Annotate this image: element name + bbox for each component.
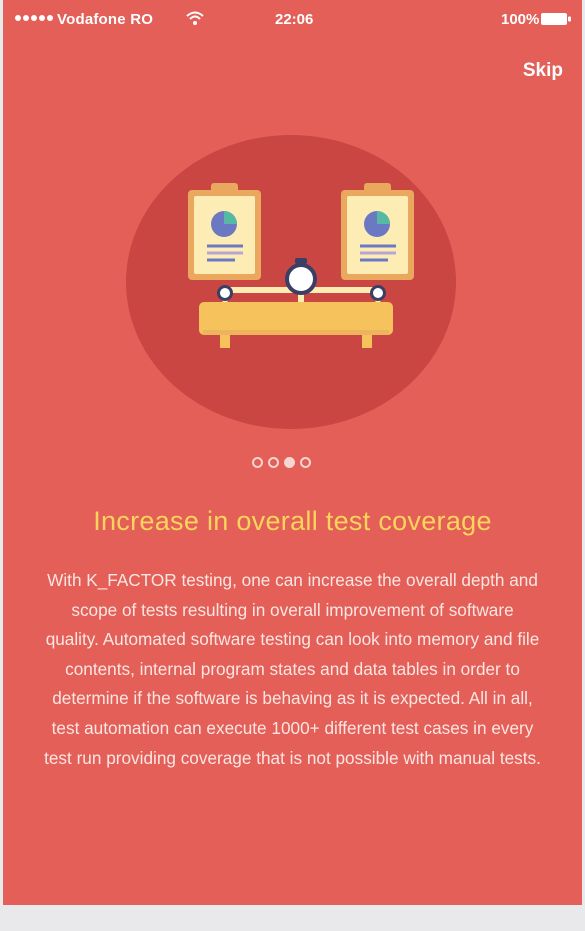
feature-description: With K_FACTOR testing, one can increase … (44, 570, 541, 768)
page-dot[interactable] (300, 457, 311, 468)
balance-scale-clipboards-icon (126, 135, 456, 429)
feature-title: Increase in overall test coverage (93, 506, 492, 536)
page-dot[interactable] (268, 457, 279, 468)
page-indicator (252, 457, 311, 468)
page-dot-active[interactable] (284, 457, 295, 468)
page-dot[interactable] (252, 457, 263, 468)
onboarding-screen: Vodafone RO 22:06 100% Skip Increase in … (3, 0, 582, 931)
bottom-bar (3, 905, 582, 931)
